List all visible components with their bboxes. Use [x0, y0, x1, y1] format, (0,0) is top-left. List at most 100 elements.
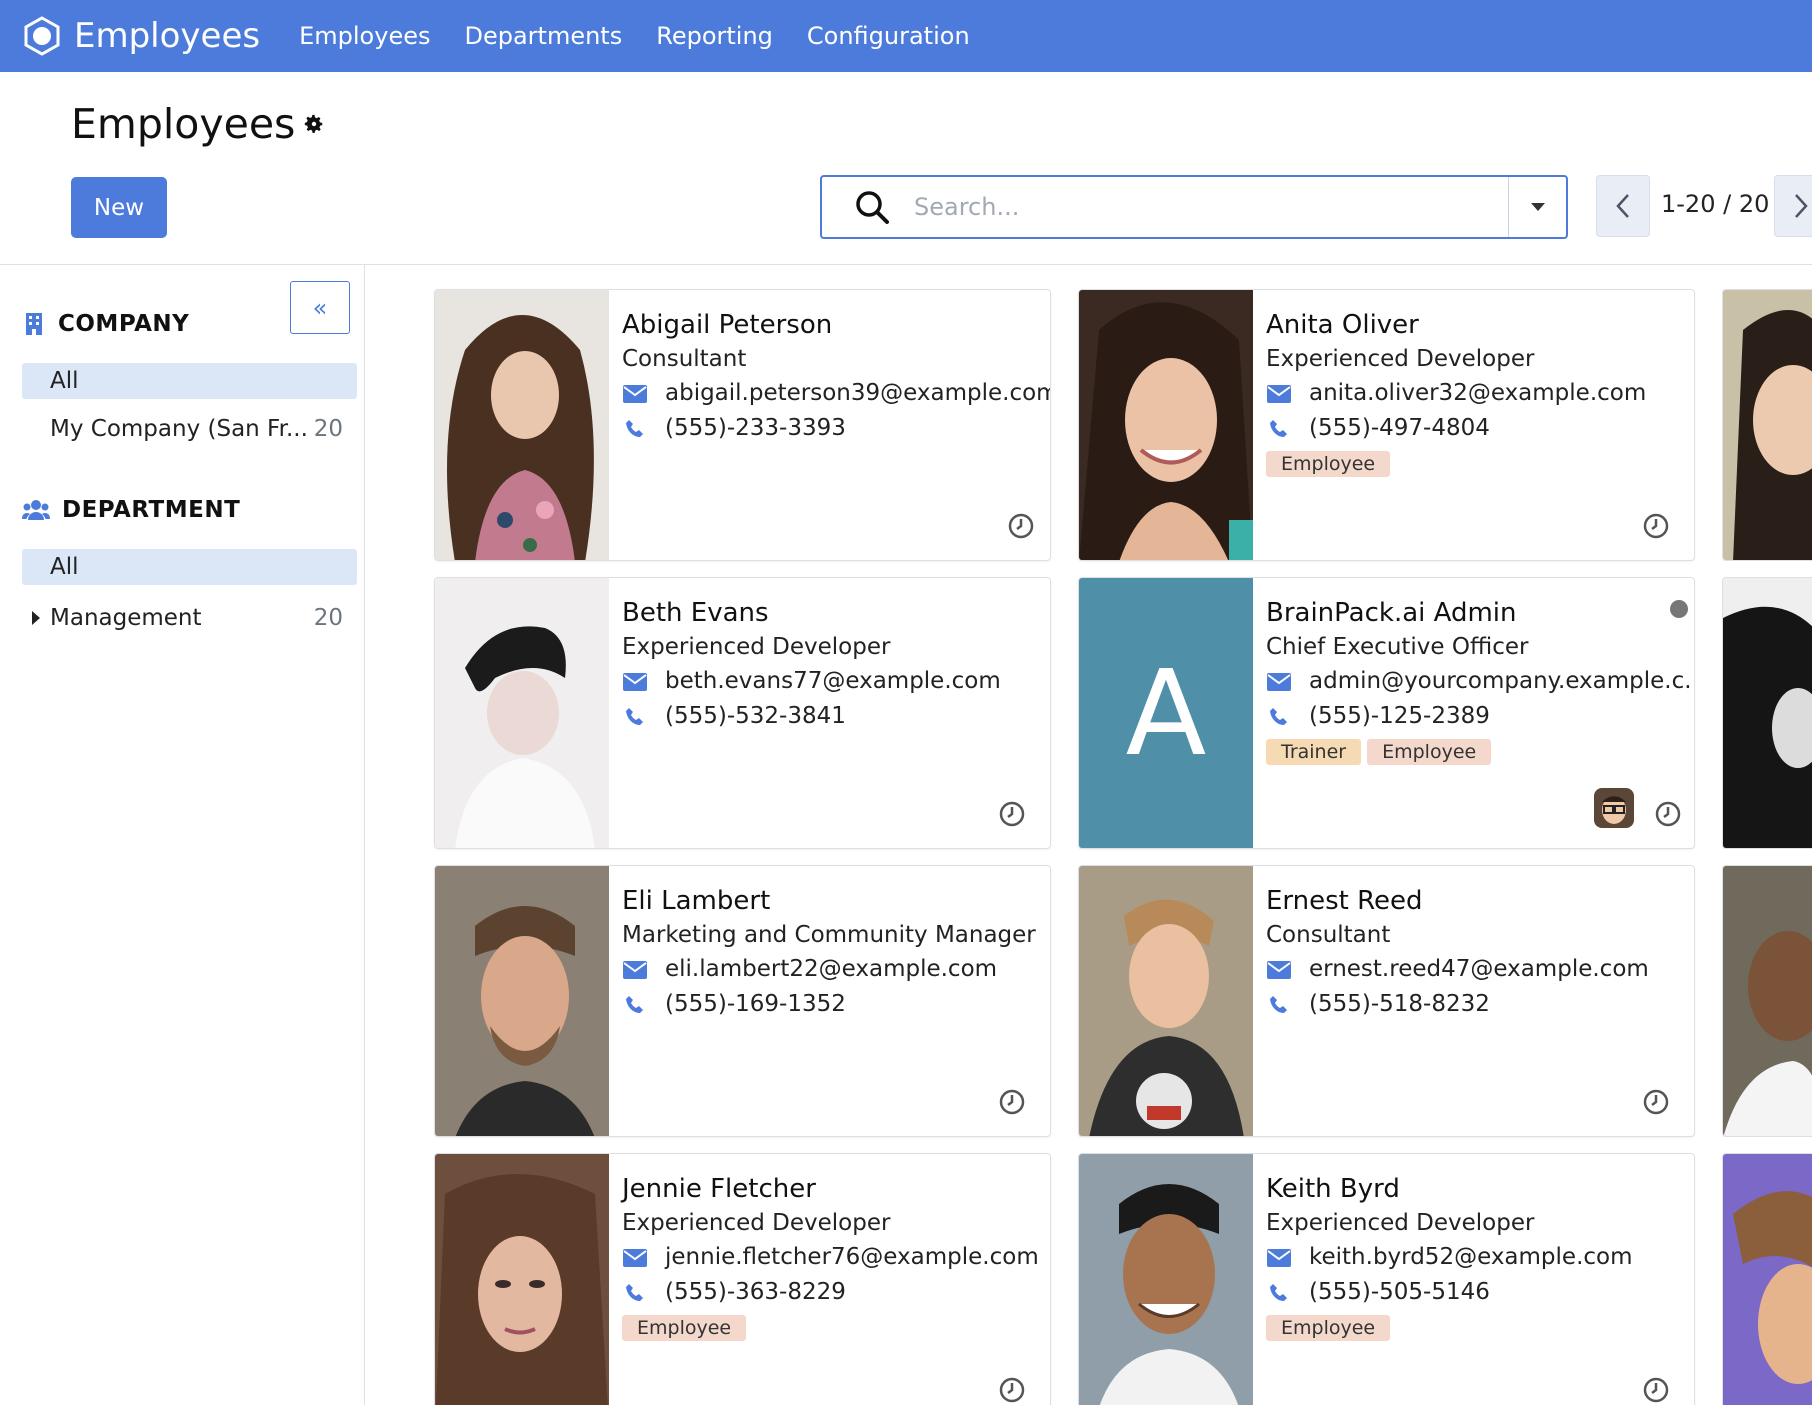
filter-count: 20	[313, 416, 343, 442]
menu-departments[interactable]: Departments	[447, 0, 639, 72]
tag-trainer: Trainer	[1266, 739, 1362, 765]
employee-card-partial[interactable]	[1722, 577, 1812, 849]
employee-email[interactable]: anita.oliver32@example.com	[1309, 376, 1646, 411]
app-name[interactable]: Employees	[74, 16, 260, 56]
employee-phone-row: (555)-363-8229	[622, 1275, 1050, 1310]
employee-card-partial[interactable]	[1722, 1153, 1812, 1405]
employee-photo	[1723, 1154, 1812, 1405]
employee-phone[interactable]: (555)-169-1352	[665, 987, 846, 1022]
company-filter-my-company[interactable]: My Company (San Fr... 20	[22, 411, 357, 447]
employee-card[interactable]: Anita Oliver Experienced Developer anita…	[1078, 289, 1695, 561]
phone-icon	[1266, 707, 1292, 727]
employee-phone[interactable]: (555)-233-3393	[665, 411, 846, 446]
employee-name: Jennie Fletcher	[622, 1174, 816, 1204]
employee-kanban: Abigail Peterson Consultant abigail.pete…	[365, 265, 1812, 1405]
clock-icon[interactable]	[1642, 1088, 1670, 1116]
envelope-icon	[1266, 1248, 1292, 1268]
employee-name: Eli Lambert	[622, 886, 771, 916]
menu-configuration[interactable]: Configuration	[790, 0, 987, 72]
clock-icon[interactable]	[1007, 512, 1035, 540]
department-filter-all[interactable]: All	[22, 549, 357, 585]
employee-email[interactable]: ernest.reed47@example.com	[1309, 952, 1649, 987]
search-icon[interactable]	[842, 177, 902, 237]
menu-reporting[interactable]: Reporting	[639, 0, 790, 72]
pager-value[interactable]: 1-20 / 20	[1661, 190, 1769, 218]
employee-card-body: Eli Lambert Marketing and Community Mana…	[609, 866, 1050, 1136]
search-input[interactable]	[902, 193, 1508, 221]
department-heading-label: DEPARTMENT	[62, 497, 241, 523]
employee-phone-row: (555)-233-3393	[622, 411, 1050, 446]
app-logo-icon[interactable]	[20, 14, 64, 58]
employee-card[interactable]: Jennie Fletcher Experienced Developer je…	[434, 1153, 1051, 1405]
employee-card-partial[interactable]	[1722, 865, 1812, 1137]
employee-photo	[1079, 866, 1253, 1136]
phone-icon	[622, 419, 648, 439]
employee-email[interactable]: jennie.fletcher76@example.com	[665, 1240, 1039, 1275]
department-filter-management[interactable]: Management 20	[22, 600, 357, 636]
caret-right-icon[interactable]	[32, 611, 40, 625]
employee-photo	[435, 578, 609, 848]
tag-employee: Employee	[1266, 451, 1391, 477]
employee-email-row: keith.byrd52@example.com	[1266, 1240, 1694, 1275]
employee-email[interactable]: keith.byrd52@example.com	[1309, 1240, 1633, 1275]
employee-name: Abigail Peterson	[622, 310, 833, 340]
employee-phone[interactable]: (555)-505-5146	[1309, 1275, 1490, 1310]
employee-photo	[435, 290, 609, 560]
clock-icon[interactable]	[1642, 512, 1670, 540]
pager-next-button[interactable]	[1774, 175, 1812, 237]
employee-photo	[1079, 1154, 1253, 1405]
employee-email-row: eli.lambert22@example.com	[622, 952, 1050, 987]
employee-email-row: ernest.reed47@example.com	[1266, 952, 1694, 987]
tag-employee: Employee	[1367, 739, 1492, 765]
employee-job-title: Chief Executive Officer	[1266, 634, 1529, 660]
employee-photo	[435, 866, 609, 1136]
employee-card-body: Ernest Reed Consultant ernest.reed47@exa…	[1253, 866, 1694, 1136]
clock-icon[interactable]	[1642, 1376, 1670, 1404]
clock-icon[interactable]	[998, 1088, 1026, 1116]
collapse-sidebar-button[interactable]: «	[290, 281, 350, 334]
search-options-toggle[interactable]	[1508, 177, 1566, 237]
company-heading-label: COMPANY	[58, 311, 190, 337]
employee-card[interactable]: Abigail Peterson Consultant abigail.pete…	[434, 289, 1051, 561]
employee-email-row: anita.oliver32@example.com	[1266, 376, 1694, 411]
clock-icon[interactable]	[998, 1376, 1026, 1404]
employee-email[interactable]: abigail.peterson39@example.com	[665, 376, 1050, 411]
employee-email[interactable]: admin@yourcompany.example.c...	[1309, 664, 1694, 699]
employee-card[interactable]: A BrainPack.ai Admin Chief Executive Off…	[1078, 577, 1695, 849]
menu-employees[interactable]: Employees	[282, 0, 447, 72]
phone-icon	[622, 707, 648, 727]
envelope-icon	[622, 384, 648, 404]
filter-label: All	[50, 554, 79, 580]
employee-phone[interactable]: (555)-363-8229	[665, 1275, 846, 1310]
user-avatar[interactable]	[1594, 788, 1635, 828]
filter-label: All	[50, 368, 79, 394]
employee-phone[interactable]: (555)-518-8232	[1309, 987, 1490, 1022]
employee-card[interactable]: Ernest Reed Consultant ernest.reed47@exa…	[1078, 865, 1695, 1137]
employee-card-partial[interactable]	[1722, 289, 1812, 561]
employee-phone-row: (555)-518-8232	[1266, 987, 1694, 1022]
clock-icon[interactable]	[998, 800, 1026, 828]
company-filter-all[interactable]: All	[22, 363, 357, 399]
employee-phone-row: (555)-505-5146	[1266, 1275, 1694, 1310]
pager-previous-button[interactable]	[1596, 175, 1650, 237]
employee-phone[interactable]: (555)-497-4804	[1309, 411, 1490, 446]
employee-card[interactable]: Beth Evans Experienced Developer beth.ev…	[434, 577, 1051, 849]
employee-job-title: Marketing and Community Manager	[622, 922, 1036, 948]
employee-email[interactable]: beth.evans77@example.com	[665, 664, 1001, 699]
employee-name: Beth Evans	[622, 598, 769, 628]
employee-phone[interactable]: (555)-125-2389	[1309, 699, 1490, 734]
employee-tags: Employee	[1266, 451, 1694, 477]
employee-job-title: Consultant	[622, 346, 747, 372]
employee-card[interactable]: Keith Byrd Experienced Developer keith.b…	[1078, 1153, 1695, 1405]
employee-tags: Trainer Employee	[1266, 739, 1694, 765]
clock-icon[interactable]	[1654, 800, 1682, 828]
employee-job-title: Experienced Developer	[1266, 1210, 1535, 1236]
employee-phone[interactable]: (555)-532-3841	[665, 699, 846, 734]
gear-icon[interactable]	[301, 111, 327, 137]
employee-photo	[1723, 866, 1812, 1136]
employee-card[interactable]: Eli Lambert Marketing and Community Mana…	[434, 865, 1051, 1137]
phone-icon	[1266, 995, 1292, 1015]
new-button[interactable]: New	[71, 177, 167, 238]
employee-email[interactable]: eli.lambert22@example.com	[665, 952, 997, 987]
users-icon	[22, 498, 50, 522]
